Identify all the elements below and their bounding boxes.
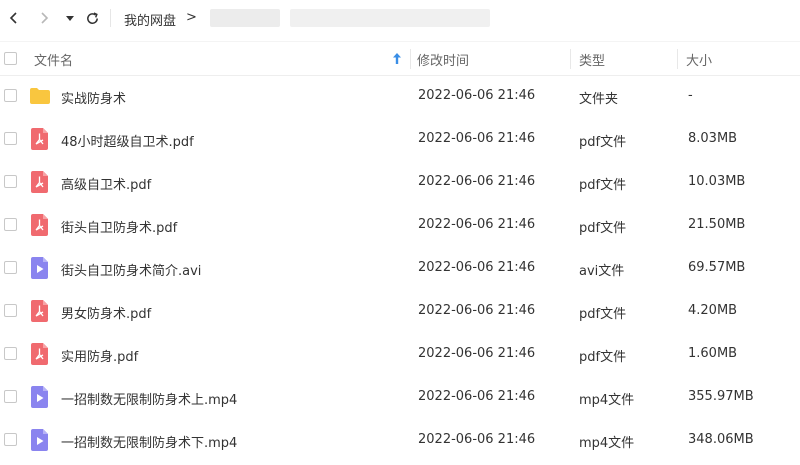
file-row[interactable]: 一招制数无限制防身术上.mp4 2022-06-06 21:46 mp4文件 3… (0, 375, 800, 418)
file-size: 355.97MB (688, 389, 754, 404)
file-name[interactable]: 街头自卫防身术.pdf (61, 217, 177, 236)
pdf-icon (31, 300, 48, 322)
file-name[interactable]: 一招制数无限制防身术下.mp4 (61, 432, 237, 451)
file-name[interactable]: 男女防身术.pdf (61, 303, 151, 322)
file-type: pdf文件 (579, 350, 627, 365)
folder-icon (30, 88, 50, 104)
back-button[interactable] (4, 8, 24, 28)
row-checkbox[interactable] (4, 390, 17, 403)
column-header-size[interactable]: 大小 (686, 50, 712, 69)
sort-ascending-icon[interactable] (392, 52, 402, 65)
toolbar-divider (110, 9, 111, 27)
pdf-icon (31, 214, 48, 236)
file-list-header: 文件名 修改时间 类型 大小 (0, 41, 800, 76)
file-row[interactable]: 实用防身.pdf 2022-06-06 21:46 pdf文件 1.60MB (0, 332, 800, 375)
file-name[interactable]: 街头自卫防身术简介.avi (61, 260, 201, 279)
file-type: mp4文件 (579, 393, 635, 408)
file-size: 21.50MB (688, 217, 746, 232)
file-modified: 2022-06-06 21:46 (418, 346, 536, 361)
file-name[interactable]: 一招制数无限制防身术上.mp4 (61, 389, 237, 408)
breadcrumb-root[interactable]: 我的网盘 (124, 10, 176, 29)
toolbar: 我的网盘 > (0, 0, 800, 36)
file-modified: 2022-06-06 21:46 (418, 88, 536, 103)
file-name[interactable]: 实用防身.pdf (61, 346, 138, 365)
video-icon (31, 257, 48, 279)
file-size: 4.20MB (688, 303, 738, 318)
row-checkbox[interactable] (4, 89, 17, 102)
file-modified: 2022-06-06 21:46 (418, 131, 536, 146)
file-type: 文件夹 (579, 92, 619, 107)
row-checkbox[interactable] (4, 132, 17, 145)
file-name[interactable]: 48小时超级自卫术.pdf (61, 131, 194, 150)
file-name[interactable]: 实战防身术 (61, 88, 126, 107)
pdf-icon (31, 171, 48, 193)
caret-down-icon (66, 16, 74, 21)
refresh-button[interactable] (82, 8, 102, 28)
file-size: 1.60MB (688, 346, 738, 361)
file-name[interactable]: 高级自卫术.pdf (61, 174, 151, 193)
file-type: pdf文件 (579, 178, 627, 193)
file-type: mp4文件 (579, 436, 635, 451)
column-divider[interactable] (570, 49, 571, 69)
column-header-type[interactable]: 类型 (579, 50, 605, 69)
forward-button[interactable] (34, 8, 54, 28)
column-divider[interactable] (410, 49, 411, 69)
pdf-icon (31, 343, 48, 365)
breadcrumb-redacted-segment (210, 9, 280, 27)
chevron-right-icon (41, 12, 49, 24)
file-size: 10.03MB (688, 174, 746, 189)
column-header-modified[interactable]: 修改时间 (417, 50, 469, 69)
file-modified: 2022-06-06 21:46 (418, 217, 536, 232)
file-type: pdf文件 (579, 221, 627, 236)
history-dropdown-button[interactable] (60, 8, 80, 28)
file-type: avi文件 (579, 264, 625, 279)
breadcrumb-separator: > (186, 10, 197, 25)
file-row[interactable]: 街头自卫防身术.pdf 2022-06-06 21:46 pdf文件 21.50… (0, 203, 800, 246)
file-row[interactable]: 实战防身术 2022-06-06 21:46 文件夹 - (0, 74, 800, 117)
refresh-icon (86, 11, 98, 24)
file-modified: 2022-06-06 21:46 (418, 432, 536, 447)
file-modified: 2022-06-06 21:46 (418, 174, 536, 189)
column-header-name[interactable]: 文件名 (34, 50, 73, 69)
column-divider[interactable] (677, 49, 678, 69)
select-all-checkbox[interactable] (4, 52, 17, 65)
row-checkbox[interactable] (4, 261, 17, 274)
chevron-left-icon (9, 12, 17, 24)
file-modified: 2022-06-06 21:46 (418, 260, 536, 275)
file-modified: 2022-06-06 21:46 (418, 303, 536, 318)
file-type: pdf文件 (579, 135, 627, 150)
file-row[interactable]: 48小时超级自卫术.pdf 2022-06-06 21:46 pdf文件 8.0… (0, 117, 800, 160)
row-checkbox[interactable] (4, 218, 17, 231)
file-modified: 2022-06-06 21:46 (418, 389, 536, 404)
file-size: 8.03MB (688, 131, 738, 146)
file-size: 69.57MB (688, 260, 746, 275)
pdf-icon (31, 128, 48, 150)
breadcrumb-redacted-segment (290, 9, 490, 27)
row-checkbox[interactable] (4, 433, 17, 446)
file-size: 348.06MB (688, 432, 754, 447)
video-icon (31, 429, 48, 451)
file-type: pdf文件 (579, 307, 627, 322)
row-checkbox[interactable] (4, 175, 17, 188)
video-icon (31, 386, 48, 408)
row-checkbox[interactable] (4, 304, 17, 317)
row-checkbox[interactable] (4, 347, 17, 360)
file-row[interactable]: 一招制数无限制防身术下.mp4 2022-06-06 21:46 mp4文件 3… (0, 418, 800, 461)
file-size: - (688, 88, 693, 103)
file-row[interactable]: 男女防身术.pdf 2022-06-06 21:46 pdf文件 4.20MB (0, 289, 800, 332)
file-row[interactable]: 高级自卫术.pdf 2022-06-06 21:46 pdf文件 10.03MB (0, 160, 800, 203)
file-row[interactable]: 街头自卫防身术简介.avi 2022-06-06 21:46 avi文件 69.… (0, 246, 800, 289)
